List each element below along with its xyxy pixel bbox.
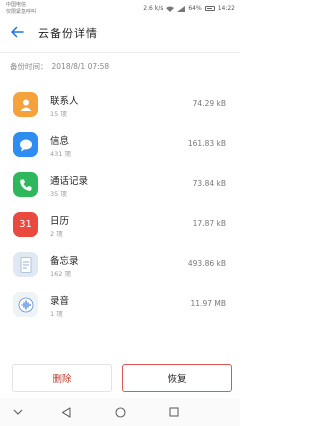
- carrier-name: 中国电信: [6, 2, 27, 8]
- recents-square-icon[interactable]: [166, 404, 182, 420]
- carrier-status: 仅限紧急呼叫: [6, 9, 37, 15]
- item-name: 信息: [50, 136, 70, 147]
- home-circle-icon[interactable]: [112, 404, 128, 420]
- network-speed: 2.6 k/s: [143, 5, 164, 12]
- wifi-icon: [166, 6, 175, 12]
- item-size: 161.83 kB: [187, 139, 226, 148]
- backup-time-value: 2018/8/1 07:58: [51, 62, 110, 71]
- list-item-calendar[interactable]: 31 日历 2 项 17.87 kB: [0, 206, 240, 246]
- item-count: 431 项: [50, 150, 71, 158]
- backup-time: 备份时间： 2018/8/1 07:58: [10, 61, 113, 72]
- item-name: 录音: [50, 296, 70, 307]
- restore-button[interactable]: 恢复: [122, 364, 232, 392]
- list-item-recorder[interactable]: 录音 1 项 11.97 MB: [0, 286, 240, 326]
- phone-icon: [13, 172, 38, 197]
- item-name: 日历: [50, 216, 70, 227]
- item-size: 11.97 MB: [190, 299, 226, 308]
- contacts-icon: [13, 92, 38, 117]
- item-size: 74.29 kB: [192, 99, 226, 108]
- item-size: 17.87 kB: [192, 219, 226, 228]
- back-triangle-icon[interactable]: [58, 404, 74, 420]
- list-item-notepad[interactable]: 备忘录 162 项 493.86 kB: [0, 246, 240, 286]
- notepad-icon: [13, 252, 38, 277]
- item-count: 162 项: [50, 270, 71, 278]
- delete-button[interactable]: 删除: [12, 364, 112, 392]
- item-count: 1 项: [50, 310, 63, 318]
- system-nav-bar: [0, 398, 240, 426]
- item-size: 73.84 kB: [192, 179, 226, 188]
- item-name: 联系人: [50, 96, 79, 107]
- item-name: 通话记录: [50, 176, 89, 187]
- item-name: 备忘录: [50, 256, 79, 267]
- calendar-day: 31: [19, 219, 32, 230]
- battery-percent: 64%: [188, 5, 202, 12]
- item-count: 35 项: [50, 190, 67, 198]
- carrier-info: 中国电信 仅限紧急呼叫: [6, 2, 36, 16]
- battery-icon: [204, 6, 215, 11]
- arrow-left-icon: [11, 26, 24, 38]
- calendar-icon: 31: [13, 212, 38, 237]
- status-bar: 中国电信 仅限紧急呼叫 2.6 k/s 64% 14:22: [0, 0, 240, 20]
- item-count: 2 项: [50, 230, 63, 238]
- messages-icon: [13, 132, 38, 157]
- app-bar: 云备份详情: [0, 20, 240, 46]
- list-item-call-log[interactable]: 通话记录 35 项 73.84 kB: [0, 166, 240, 206]
- page-title: 云备份详情: [38, 27, 98, 40]
- header-divider: [0, 52, 240, 53]
- list-item-contacts[interactable]: 联系人 15 项 74.29 kB: [0, 86, 240, 126]
- recorder-icon: [13, 292, 38, 317]
- clock: 14:22: [217, 5, 235, 12]
- item-count: 15 项: [50, 110, 67, 118]
- signal-icon: [177, 5, 186, 12]
- status-right: 2.6 k/s 64% 14:22: [143, 5, 235, 12]
- list-item-messages[interactable]: 信息 431 项 161.83 kB: [0, 126, 240, 166]
- item-size: 493.86 kB: [187, 259, 226, 268]
- backup-time-label: 备份时间：: [10, 62, 48, 71]
- back-button[interactable]: [8, 23, 26, 41]
- chevron-down-icon[interactable]: [10, 404, 26, 420]
